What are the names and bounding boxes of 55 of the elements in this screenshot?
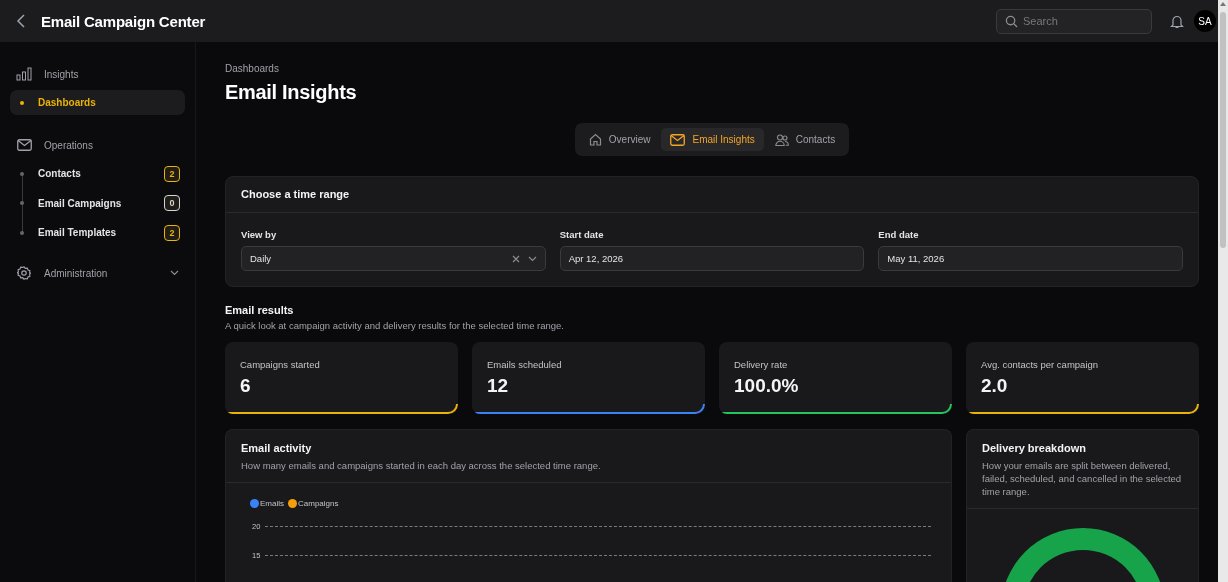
- field-label: Start date: [559, 229, 605, 240]
- tab[interactable]: Email Insights: [661, 128, 764, 151]
- scroll-up-icon[interactable]: [1220, 2, 1226, 6]
- back-icon[interactable]: [16, 14, 26, 28]
- search-icon: [1005, 14, 1018, 28]
- section-label[interactable]: Insights: [44, 68, 79, 80]
- count-badge: 2: [164, 224, 180, 241]
- stat-value: 12: [487, 375, 509, 397]
- card-title: Choose a time range: [241, 188, 350, 200]
- users-icon: [774, 133, 789, 146]
- user-avatar[interactable]: SA: [1194, 10, 1216, 32]
- section-subtitle: A quick look at campaign activity and delivery results for the selected time range.: [225, 320, 565, 331]
- gear-icon: [17, 266, 31, 280]
- legend-label: Emails: [260, 499, 284, 508]
- field-label: View by: [241, 229, 278, 240]
- section-label[interactable]: Administration: [44, 267, 108, 279]
- stat-value: 100.0%: [734, 375, 799, 397]
- legend-label: Campaigns: [298, 499, 339, 508]
- stat-label: Avg. contacts per campaign: [981, 359, 1099, 370]
- bell-icon[interactable]: [1170, 13, 1184, 29]
- bar-chart-icon: [16, 67, 32, 81]
- search-field[interactable]: Search: [996, 8, 1152, 34]
- scrollbar-thumb[interactable]: [1220, 12, 1226, 248]
- stat-value: 2.0: [981, 375, 1008, 397]
- count-badge: 0: [164, 195, 180, 211]
- field-label: End date: [878, 229, 920, 240]
- stat-label: Delivery rate: [734, 359, 788, 370]
- envelope-icon: [670, 133, 686, 146]
- breadcrumb[interactable]: Dashboards: [225, 63, 279, 74]
- tab[interactable]: Contacts: [765, 128, 845, 151]
- stat-label: Emails scheduled: [487, 359, 562, 370]
- chevron-down-icon[interactable]: [527, 255, 537, 262]
- sidebar-item[interactable]: Email Templates 2: [10, 220, 185, 245]
- panel-title: Delivery breakdown: [982, 442, 1086, 454]
- count-badge: 2: [164, 165, 180, 182]
- stat-value: 6: [240, 375, 251, 397]
- chevron-down-icon[interactable]: [170, 270, 179, 276]
- stat-label: Campaigns started: [240, 359, 320, 370]
- section-label[interactable]: Operations: [44, 139, 93, 151]
- sidebar-item[interactable]: Dashboards: [10, 90, 185, 115]
- panel-title: Email activity: [241, 442, 312, 454]
- select-field[interactable]: Daily: [241, 246, 546, 271]
- date-field[interactable]: May 11, 2026: [878, 246, 1183, 271]
- home-icon: [588, 133, 602, 146]
- clear-icon[interactable]: [511, 254, 520, 263]
- panel-subtitle: How many emails and campaigns started in each day across the selected time range.: [241, 459, 601, 472]
- panel-subtitle: How your emails are split between delivered, failed, scheduled, and cancelled in the selected time range.: [982, 459, 1183, 498]
- date-field[interactable]: Apr 12, 2026: [559, 246, 865, 271]
- section-title: Email results: [225, 304, 295, 316]
- sidebar-item[interactable]: Email Campaigns 0: [10, 190, 185, 216]
- page-title: Email Insights: [225, 81, 358, 104]
- tab[interactable]: Overview: [579, 128, 660, 151]
- sidebar-item[interactable]: Contacts 2: [10, 161, 185, 186]
- envelope-icon: [16, 139, 32, 151]
- app-title: Email Campaign Center: [41, 12, 206, 30]
